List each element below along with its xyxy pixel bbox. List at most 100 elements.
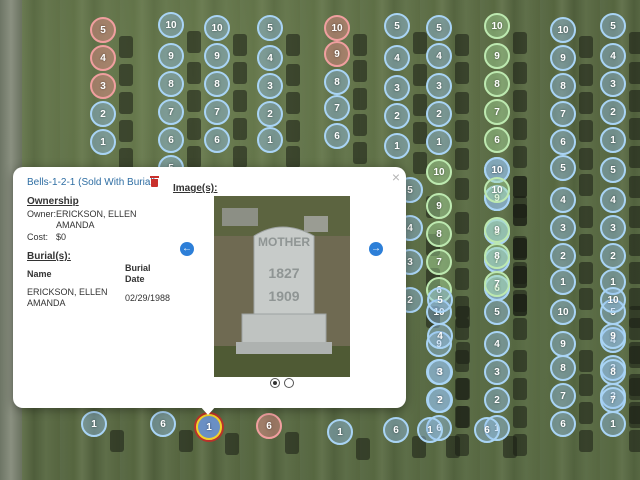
plot-marker[interactable]: 2	[550, 243, 576, 269]
image-dot-2[interactable]	[284, 378, 294, 388]
plot-marker[interactable]: 2	[600, 243, 626, 269]
plot-marker[interactable]: 2	[426, 101, 452, 127]
plot-marker[interactable]: 6	[383, 417, 409, 443]
plot-marker[interactable]: 3	[600, 71, 626, 97]
plot-marker[interactable]: 7	[600, 387, 626, 413]
plot-marker[interactable]: 1	[600, 127, 626, 153]
plot-marker[interactable]: 8	[600, 359, 626, 385]
plot-marker[interactable]: 3	[484, 359, 510, 385]
plot-marker[interactable]: 8	[324, 69, 350, 95]
plot-marker[interactable]: 10	[550, 17, 576, 43]
image-dot-1[interactable]	[270, 378, 280, 388]
plot-marker[interactable]: 6	[158, 127, 184, 153]
plot-marker[interactable]: 8	[550, 355, 576, 381]
plot-title-link[interactable]: Bells-1-2-1 (Sold With Burial)	[27, 177, 156, 188]
plot-marker[interactable]: 7	[550, 383, 576, 409]
plot-marker[interactable]: 3	[600, 215, 626, 241]
plot-marker[interactable]: 7	[550, 101, 576, 127]
plot-marker[interactable]: 3	[384, 75, 410, 101]
plot-marker[interactable]: 10	[158, 12, 184, 38]
plot-marker[interactable]: 4	[257, 45, 283, 71]
plot-marker[interactable]: 5	[90, 17, 116, 43]
plot-marker[interactable]: 1	[417, 417, 443, 443]
plot-marker[interactable]: 2	[384, 103, 410, 129]
plot-marker[interactable]: 10	[484, 13, 510, 39]
plot-marker[interactable]: 10	[484, 177, 510, 203]
plot-marker[interactable]: 5	[427, 287, 453, 313]
plot-marker[interactable]: 10	[426, 159, 452, 185]
trash-icon[interactable]	[150, 176, 159, 187]
plot-marker[interactable]: 7	[484, 99, 510, 125]
plot-marker[interactable]: 7	[204, 99, 230, 125]
plot-marker[interactable]: 3	[257, 73, 283, 99]
plot-marker[interactable]: 5	[426, 15, 452, 41]
plot-marker[interactable]: 6	[204, 127, 230, 153]
plot-marker[interactable]: 6	[484, 127, 510, 153]
plot-marker[interactable]: 8	[426, 221, 452, 247]
plot-marker[interactable]: 5	[550, 155, 576, 181]
plot-marker[interactable]: 4	[600, 43, 626, 69]
plot-marker[interactable]: 9	[158, 43, 184, 69]
plot-marker[interactable]: 9	[426, 193, 452, 219]
plot-marker[interactable]: 1	[257, 127, 283, 153]
plot-marker[interactable]: 4	[484, 331, 510, 357]
plot-marker[interactable]: 8	[484, 71, 510, 97]
plot-marker[interactable]: 8	[550, 73, 576, 99]
plot-marker[interactable]: 6	[474, 417, 500, 443]
plot-marker[interactable]: 4	[600, 187, 626, 213]
plot-marker[interactable]: 4	[384, 45, 410, 71]
plot-marker[interactable]: 9	[204, 43, 230, 69]
plot-marker[interactable]: 6	[324, 123, 350, 149]
plot-marker[interactable]: 9	[600, 323, 626, 349]
plot-marker[interactable]: 8	[484, 243, 510, 269]
plot-marker[interactable]: 8	[158, 71, 184, 97]
plot-marker[interactable]: 9	[484, 217, 510, 243]
plot-marker[interactable]: 1	[327, 419, 353, 445]
plot-marker[interactable]: 1	[600, 411, 626, 437]
plot-marker[interactable]: 5	[600, 13, 626, 39]
plot-marker[interactable]: 9	[550, 331, 576, 357]
plot-marker[interactable]: 7	[158, 99, 184, 125]
plot-marker[interactable]: 2	[427, 387, 453, 413]
plot-marker[interactable]: 1	[384, 133, 410, 159]
plot-marker-selected[interactable]: 1	[196, 414, 222, 440]
plot-marker[interactable]: 1	[550, 269, 576, 295]
plot-marker[interactable]: 4	[90, 45, 116, 71]
plot-marker[interactable]: 4	[427, 323, 453, 349]
plot-marker[interactable]: 6	[550, 411, 576, 437]
plot-marker[interactable]: 2	[257, 101, 283, 127]
plot-marker[interactable]: 6	[150, 411, 176, 437]
plot-marker[interactable]: 7	[426, 249, 452, 275]
plot-marker[interactable]: 5	[484, 299, 510, 325]
plot-marker[interactable]: 5	[384, 13, 410, 39]
plot-marker[interactable]: 2	[90, 101, 116, 127]
close-icon[interactable]: ×	[392, 169, 400, 185]
plot-marker[interactable]: 10	[550, 299, 576, 325]
plot-marker[interactable]: 10	[600, 287, 626, 313]
plot-marker[interactable]: 1	[426, 129, 452, 155]
plot-marker[interactable]: 4	[426, 43, 452, 69]
plot-marker[interactable]: 10	[204, 15, 230, 41]
plot-marker[interactable]: 4	[550, 187, 576, 213]
plot-marker[interactable]: 3	[550, 215, 576, 241]
next-image-arrow-icon[interactable]: →	[369, 242, 383, 256]
plot-marker[interactable]: 3	[426, 73, 452, 99]
plot-marker[interactable]: 3	[90, 73, 116, 99]
plot-marker[interactable]: 9	[324, 41, 350, 67]
plot-marker[interactable]: 8	[204, 71, 230, 97]
plot-marker[interactable]: 2	[600, 99, 626, 125]
plot-marker[interactable]: 1	[90, 129, 116, 155]
plot-marker[interactable]: 7	[324, 95, 350, 121]
plot-marker[interactable]: 1	[81, 411, 107, 437]
plot-marker[interactable]: 7	[484, 271, 510, 297]
plot-marker[interactable]: 5	[600, 157, 626, 183]
plot-marker[interactable]: 9	[550, 45, 576, 71]
plot-marker[interactable]: 9	[484, 43, 510, 69]
plot-marker[interactable]: 6	[550, 129, 576, 155]
plot-marker[interactable]: 6	[256, 413, 282, 439]
plot-marker[interactable]: 10	[324, 15, 350, 41]
prev-image-arrow-icon[interactable]: ←	[180, 242, 194, 256]
plot-marker[interactable]: 5	[257, 15, 283, 41]
plot-marker[interactable]: 2	[484, 387, 510, 413]
plot-marker[interactable]: 3	[427, 359, 453, 385]
